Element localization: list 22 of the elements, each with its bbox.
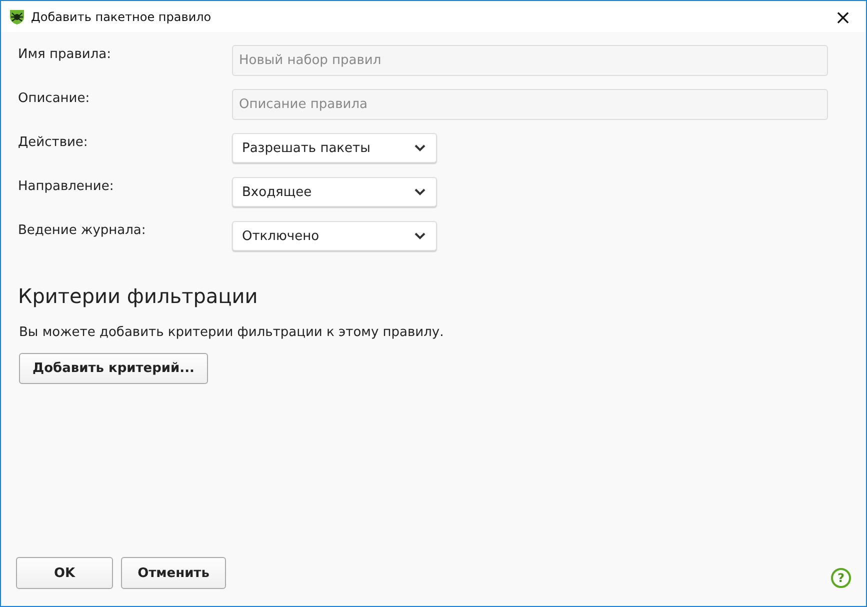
chevron-icon: [414, 188, 426, 196]
field-label: Имя правила:: [18, 46, 112, 62]
dialog-button[interactable]: Отменить: [121, 557, 226, 589]
section-heading: Критерии фильтрации: [18, 284, 259, 308]
field-label: Описание:: [18, 90, 91, 106]
add-criterion-button[interactable]: Добавить критерий...: [19, 353, 208, 384]
dialog-button[interactable]: OK: [16, 557, 113, 589]
close-button[interactable]: ×: [820, 2, 866, 32]
dropdown[interactable]: Входящее: [232, 177, 437, 207]
input-field[interactable]: Новый набор правил: [232, 45, 828, 76]
dropdown[interactable]: Отключено: [232, 221, 437, 251]
chevron-icon: [414, 232, 426, 240]
window-title: Добавить пакетное правило: [31, 10, 212, 24]
chevron-icon: [414, 144, 426, 152]
description-text: Вы можете добавить критерии фильтрации к этому правилу.: [19, 325, 445, 340]
spider-shield-icon: [9, 8, 25, 24]
field-label: Направление:: [18, 178, 115, 194]
help-button[interactable]: ?: [831, 568, 851, 588]
input-field[interactable]: Описание правила: [232, 89, 828, 120]
field-label: Ведение журнала:: [18, 222, 147, 238]
dropdown[interactable]: Разрешать пакеты: [232, 133, 437, 163]
field-label: Действие:: [18, 134, 89, 150]
